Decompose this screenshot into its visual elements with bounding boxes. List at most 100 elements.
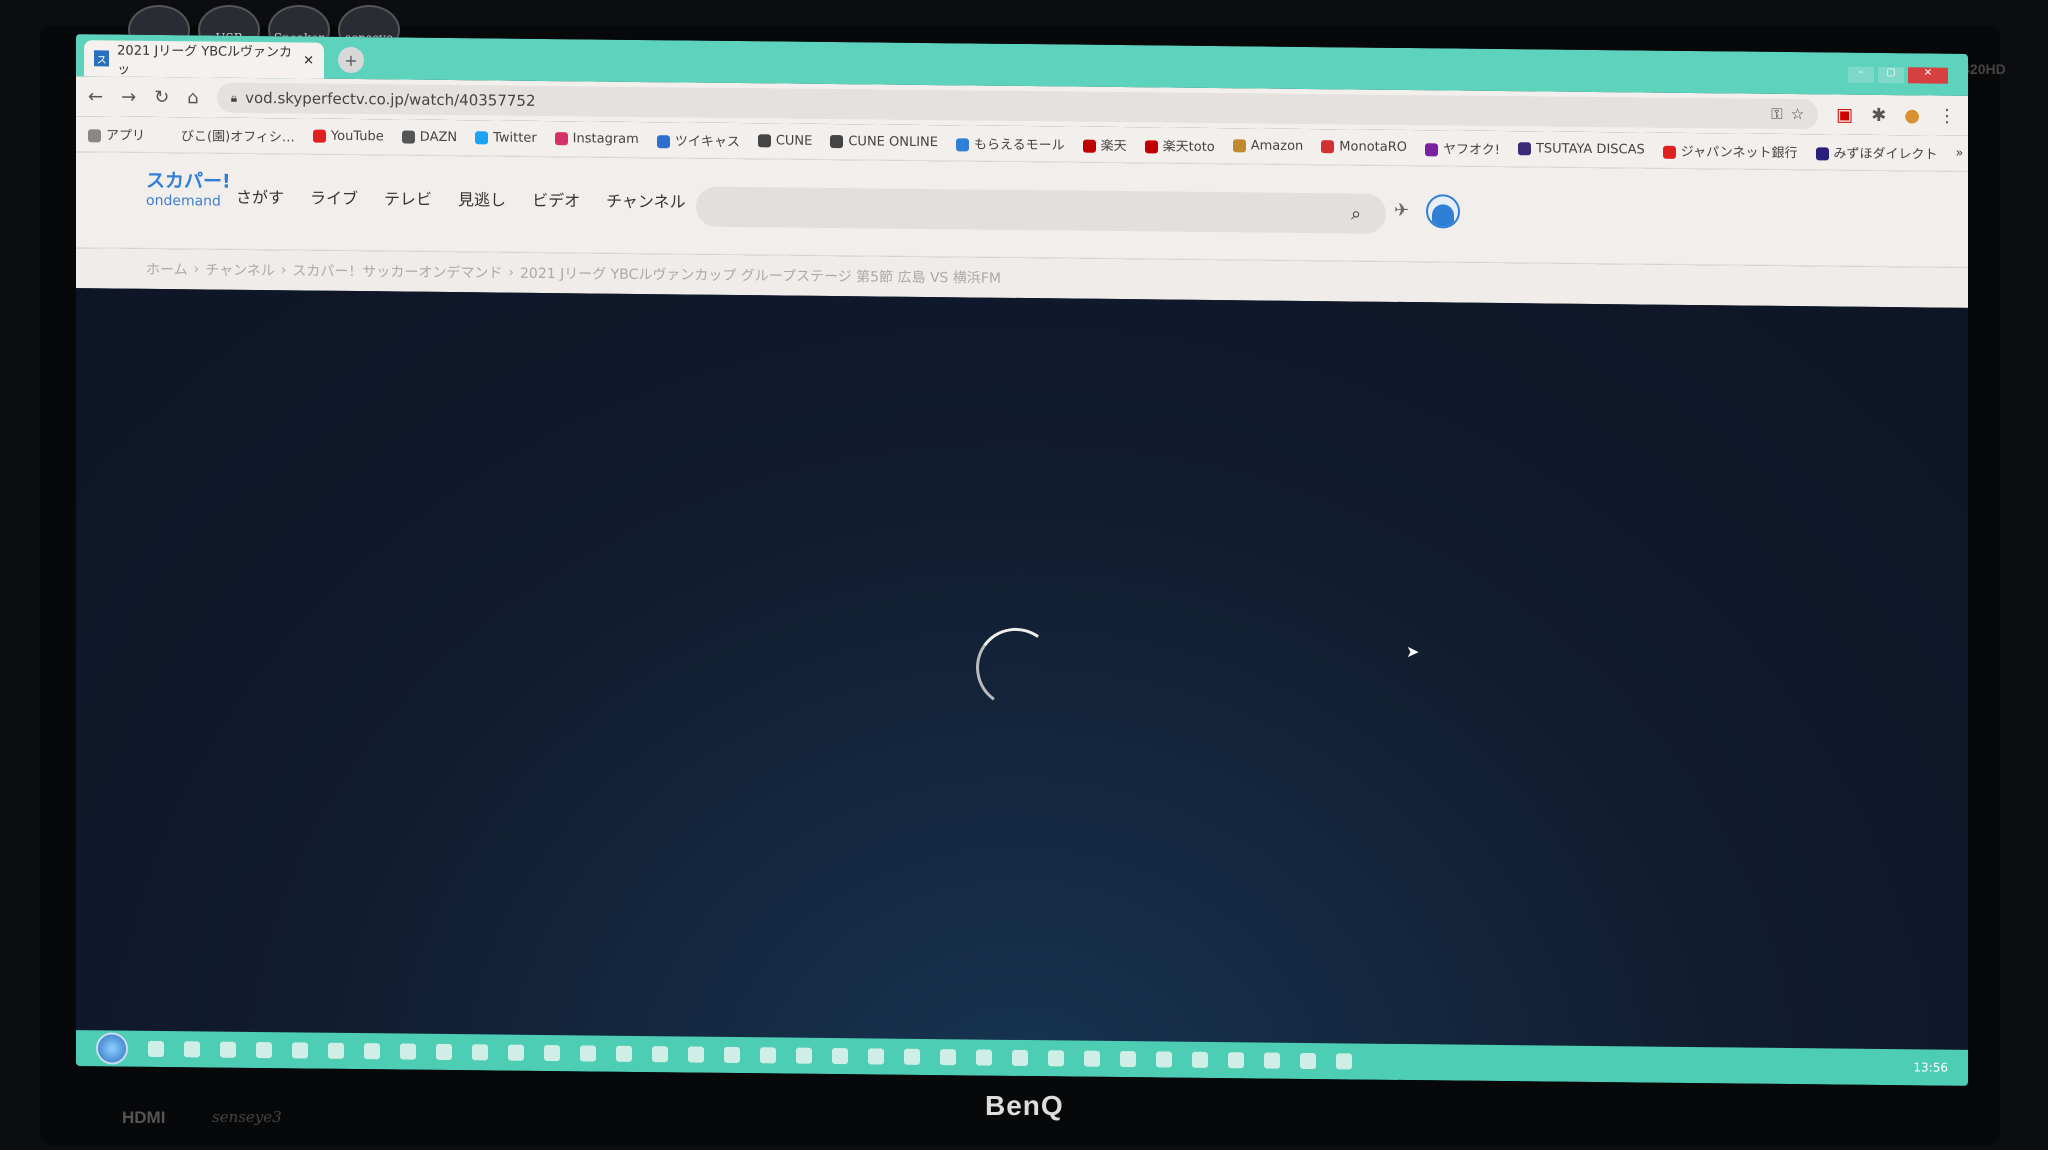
star-icon[interactable]: ☆ <box>1791 105 1804 123</box>
back-icon[interactable]: ← <box>88 86 103 107</box>
bookmark-icon <box>757 134 771 148</box>
bookmark-icon <box>554 132 568 146</box>
nav-item[interactable]: さがす <box>236 184 284 209</box>
nav-item[interactable]: ビデオ <box>532 187 580 212</box>
taskbar-app-icon[interactable] <box>688 1046 704 1063</box>
notification-icon[interactable]: ✈ <box>1394 200 1409 221</box>
taskbar-app-icon[interactable] <box>256 1041 272 1059</box>
bookmark-icon <box>163 130 177 144</box>
bookmark-item[interactable]: Instagram <box>554 131 639 147</box>
taskbar-app-icon[interactable] <box>1120 1051 1136 1068</box>
bookmark-item[interactable]: みずほダイレクト <box>1815 142 1938 163</box>
reload-icon[interactable]: ↻ <box>154 86 169 107</box>
start-button[interactable] <box>96 1032 128 1065</box>
taskbar-app-icon[interactable] <box>400 1043 416 1060</box>
bookmark-item[interactable]: もらえるモール <box>956 133 1065 153</box>
bookmark-item[interactable]: CUNE ONLINE <box>830 134 938 150</box>
home-icon[interactable]: ⌂ <box>187 87 198 108</box>
taskbar-app-icon[interactable] <box>868 1048 884 1065</box>
taskbar-app-icon[interactable] <box>1228 1052 1244 1069</box>
extensions-icon[interactable]: ✱ <box>1871 104 1886 125</box>
brand-logo: BenQ <box>985 1090 1064 1121</box>
bookmark-item[interactable]: ツイキャス <box>656 130 740 150</box>
window-controls: – ▢ ✕ <box>1848 66 1948 84</box>
minimize-button[interactable]: – <box>1848 66 1874 83</box>
key-icon[interactable]: ⚿ <box>1771 105 1782 123</box>
taskbar-app-icon[interactable] <box>544 1044 560 1062</box>
bookmark-item[interactable]: MonotaRO <box>1321 139 1407 155</box>
maximize-button[interactable]: ▢ <box>1878 66 1904 84</box>
taskbar-app-icon[interactable] <box>796 1047 812 1064</box>
taskbar-app-icon[interactable] <box>184 1041 200 1058</box>
taskbar-app-icon[interactable] <box>508 1044 524 1061</box>
video-player[interactable]: ➤ <box>76 288 1968 1050</box>
bookmark-item[interactable]: DAZN <box>401 130 457 145</box>
nav-item[interactable]: ライブ <box>310 185 358 210</box>
bookmark-label: びこ(園)オフィシ… <box>181 129 295 146</box>
taskbar-app-icon[interactable] <box>1336 1053 1352 1070</box>
search-input[interactable] <box>696 186 1386 234</box>
taskbar-app-icon[interactable] <box>436 1043 452 1061</box>
taskbar-app-icon[interactable] <box>364 1043 380 1060</box>
bookmark-label: CUNE <box>775 133 813 149</box>
breadcrumb-item[interactable]: スカパー！サッカーオンデマンド <box>292 260 502 282</box>
taskbar-app-icon[interactable] <box>832 1048 848 1065</box>
bookmark-label: もらえるモール <box>974 137 1065 154</box>
taskbar-app-icon[interactable] <box>1156 1051 1172 1068</box>
breadcrumb-item[interactable]: チャンネル <box>205 259 275 280</box>
taskbar-app-icon[interactable] <box>724 1046 740 1064</box>
site-logo[interactable]: スカパー! ondemand <box>146 170 231 212</box>
bookmark-item[interactable]: 楽天toto <box>1144 135 1215 155</box>
pdf-extension-icon[interactable]: ▣ <box>1836 104 1853 125</box>
bookmark-item[interactable]: 楽天 <box>1082 135 1127 154</box>
bookmark-item[interactable]: びこ(園)オフィシ… <box>163 125 295 145</box>
search-icon[interactable]: ⌕ <box>1351 203 1361 224</box>
taskbar-clock[interactable]: 13:56 <box>1913 1060 1948 1074</box>
logo-bottom: ondemand <box>146 192 221 210</box>
bookmark-item[interactable]: YouTube <box>312 129 384 144</box>
taskbar-app-icon[interactable] <box>328 1042 344 1059</box>
taskbar-app-icon[interactable] <box>148 1040 164 1058</box>
close-icon[interactable]: ✕ <box>303 53 314 68</box>
taskbar-app-icon[interactable] <box>472 1044 488 1061</box>
taskbar-app-icon[interactable] <box>1012 1049 1028 1067</box>
tab-active[interactable]: ス 2021 Jリーグ YBCルヴァンカッ ✕ <box>84 40 324 79</box>
taskbar-app-icon[interactable] <box>1048 1050 1064 1067</box>
new-tab-button[interactable]: + <box>338 46 364 74</box>
taskbar-app-icon[interactable] <box>940 1049 956 1066</box>
bookmark-label: みずほダイレクト <box>1833 146 1938 163</box>
bookmark-label: CUNE ONLINE <box>848 134 938 151</box>
menu-icon[interactable]: ⋮ <box>1938 105 1956 126</box>
bookmark-item[interactable]: CUNE <box>757 133 813 149</box>
nav-item[interactable]: テレビ <box>384 185 432 210</box>
nav-item[interactable]: 見逃し <box>458 186 506 211</box>
avatar[interactable] <box>1426 194 1460 229</box>
bookmarks-more-button[interactable]: » <box>1956 146 1964 161</box>
nav-item[interactable]: チャンネル <box>606 188 686 213</box>
taskbar-app-icon[interactable] <box>292 1042 308 1059</box>
bookmark-item[interactable]: ジャパンネット銀行 <box>1662 141 1798 161</box>
taskbar-app-icon[interactable] <box>1084 1050 1100 1067</box>
taskbar-app-icon[interactable] <box>904 1048 920 1065</box>
taskbar-app-icon[interactable] <box>1192 1051 1208 1068</box>
taskbar-app-icon[interactable] <box>580 1045 596 1062</box>
taskbar-app-icon[interactable] <box>976 1049 992 1066</box>
forward-icon[interactable]: → <box>121 86 136 107</box>
screen: ス 2021 Jリーグ YBCルヴァンカッ ✕ + – ▢ ✕ ← → ↻ ⌂ 🔒︎… <box>76 34 1968 1086</box>
profile-icon[interactable]: ● <box>1904 105 1920 126</box>
taskbar-app-icon[interactable] <box>220 1041 236 1058</box>
bookmark-item[interactable]: アプリ <box>88 124 145 144</box>
bookmark-item[interactable]: Twitter <box>475 130 537 146</box>
bookmark-item[interactable]: TSUTAYA DISCAS <box>1517 141 1645 158</box>
bookmark-item[interactable]: Amazon <box>1232 138 1303 154</box>
taskbar-app-icon[interactable] <box>1264 1052 1280 1069</box>
taskbar-app-icon[interactable] <box>616 1045 632 1062</box>
window-close-button[interactable]: ✕ <box>1908 67 1948 84</box>
breadcrumb-item[interactable]: ホーム <box>146 259 188 279</box>
taskbar-app-icon[interactable] <box>1300 1052 1316 1070</box>
taskbar-app-icon[interactable] <box>652 1046 668 1063</box>
taskbar-app-icon[interactable] <box>760 1047 776 1064</box>
bookmark-item[interactable]: ヤフオク! <box>1425 138 1500 158</box>
bookmark-label: ヤフオク! <box>1443 142 1500 159</box>
bookmark-label: Instagram <box>572 131 639 147</box>
